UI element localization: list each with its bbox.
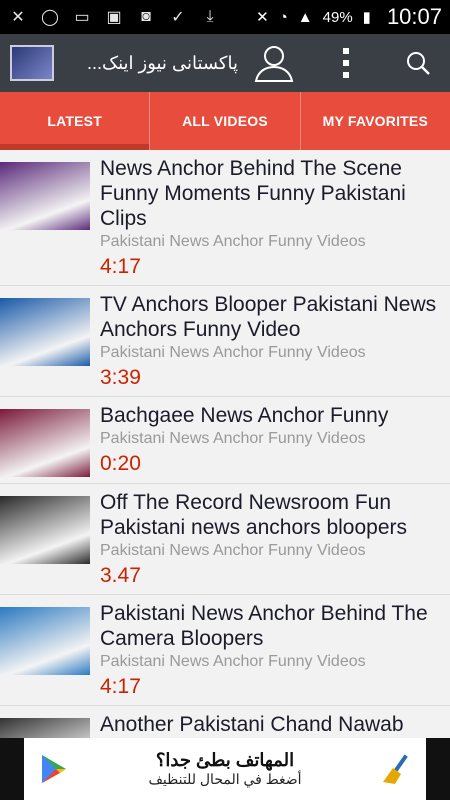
app-logo[interactable] xyxy=(10,45,54,81)
wifi-icon: ◔ xyxy=(278,8,288,26)
video-channel: Pakistani News Anchor Funny Videos xyxy=(100,653,366,670)
check-icon: ✓ xyxy=(171,9,185,26)
video-duration: 0:20 xyxy=(100,452,141,475)
video-thumbnail[interactable] xyxy=(0,496,90,564)
video-title: Off The Record Newsroom Fun Pakistani ne… xyxy=(100,491,408,539)
video-item[interactable]: News Anchor Behind The Scene Funny Momen… xyxy=(0,150,450,286)
chat-icon: ▭ xyxy=(74,9,90,26)
video-item[interactable]: TV Anchors Blooper Pakistani News Anchor… xyxy=(0,286,450,397)
ad-title: المهاتف بطئ جدا؟ xyxy=(155,750,295,770)
video-thumbnail[interactable] xyxy=(0,607,90,675)
video-thumbnail[interactable] xyxy=(0,298,90,366)
ad-subtitle: أضغط في المحال للتنظيف xyxy=(148,771,302,787)
video-channel: Pakistani News Anchor Funny Videos xyxy=(100,542,366,559)
video-thumbnail[interactable] xyxy=(0,718,90,738)
video-thumbnail[interactable] xyxy=(0,162,90,230)
play-store-icon[interactable] xyxy=(24,753,84,785)
app-bar: پاکستانی نیوز اینک... xyxy=(0,34,450,92)
video-duration: 4:17 xyxy=(100,675,141,698)
video-list[interactable]: News Anchor Behind The Scene Funny Momen… xyxy=(0,150,450,738)
download-icon: ⤓ xyxy=(206,8,214,25)
video-duration: 3:39 xyxy=(100,366,141,389)
video-thumbnail[interactable] xyxy=(0,409,90,477)
mute-icon: ✕ xyxy=(256,9,269,26)
ad-banner[interactable]: المهاتف بطئ جدا؟ أضغط في المحال للتنظيف xyxy=(0,738,450,800)
video-item[interactable]: Bachgaee News Anchor Funny Pakistani New… xyxy=(0,397,450,484)
video-title: News Anchor Behind The Scene Funny Momen… xyxy=(100,157,406,230)
video-item[interactable]: Off The Record Newsroom Fun Pakistani ne… xyxy=(0,484,450,595)
video-title: Pakistani News Anchor Behind The Camera … xyxy=(100,602,428,650)
app-title: پاکستانی نیوز اینک... xyxy=(86,52,238,73)
gallery-icon: ▣ xyxy=(106,9,122,26)
notification-icons: ✕ ◯ ▭ ▣ ◙ ✓ ⤓ xyxy=(8,7,220,27)
broom-icon xyxy=(366,752,426,786)
overflow-menu-icon[interactable] xyxy=(324,41,368,85)
close-icon: ✕ xyxy=(11,9,25,26)
tab-bar: LATEST ALL VIDEOS MY FAVORITES xyxy=(0,92,450,150)
video-title: Another Pakistani Chand Nawab xyxy=(100,713,404,736)
video-channel: Pakistani News Anchor Funny Videos xyxy=(100,344,366,361)
profile-icon[interactable] xyxy=(252,41,296,85)
battery-percent: 49% xyxy=(322,8,353,26)
tab-all-videos[interactable]: ALL VIDEOS xyxy=(150,92,301,150)
search-icon[interactable] xyxy=(396,41,440,85)
clock: 10:07 xyxy=(386,4,442,29)
status-bar: ✕ ◯ ▭ ▣ ◙ ✓ ⤓ ✕ ◔ ▲ 49% ▮ 10:07 xyxy=(0,0,450,34)
video-item[interactable]: Pakistani News Anchor Behind The Camera … xyxy=(0,595,450,706)
video-duration: 4:17 xyxy=(100,255,141,278)
tab-latest[interactable]: LATEST xyxy=(0,92,151,150)
battery-icon: ▮ xyxy=(362,9,371,26)
tab-my-favorites[interactable]: MY FAVORITES xyxy=(301,92,450,150)
signal-icon: ▲ xyxy=(297,8,313,26)
video-channel: Pakistani News Anchor Funny Videos xyxy=(100,233,366,250)
video-item[interactable]: Another Pakistani Chand Nawab xyxy=(0,706,450,738)
video-title: TV Anchors Blooper Pakistani News Anchor… xyxy=(100,293,437,341)
video-duration: 3.47 xyxy=(100,564,141,587)
video-title: Bachgaee News Anchor Funny xyxy=(100,404,389,427)
camera-icon: ◙ xyxy=(141,8,151,25)
video-channel: Pakistani News Anchor Funny Videos xyxy=(100,430,366,447)
whatsapp-icon: ◯ xyxy=(41,9,59,26)
